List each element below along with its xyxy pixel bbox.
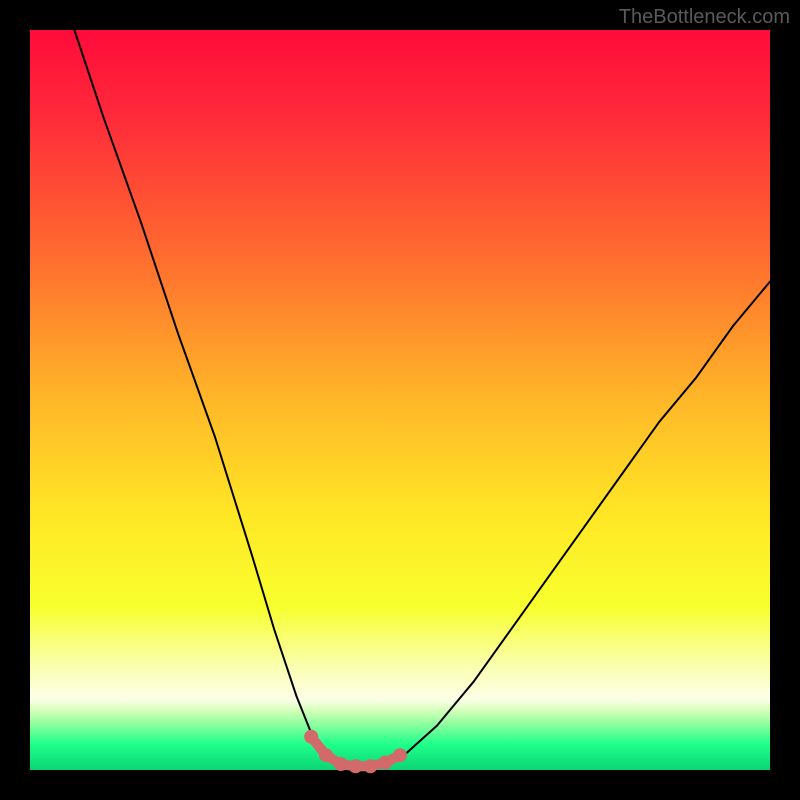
floor-marker	[334, 757, 348, 771]
floor-marker	[378, 756, 392, 770]
floor-marker	[319, 748, 333, 762]
floor-marker	[393, 748, 407, 762]
floor-marker	[363, 759, 377, 773]
floor-marker	[304, 730, 318, 744]
chart-frame: TheBottleneck.com	[0, 0, 800, 800]
bottleneck-chart	[0, 0, 800, 800]
watermark-text: TheBottleneck.com	[619, 6, 790, 29]
floor-marker	[349, 759, 363, 773]
plot-background	[30, 30, 770, 770]
